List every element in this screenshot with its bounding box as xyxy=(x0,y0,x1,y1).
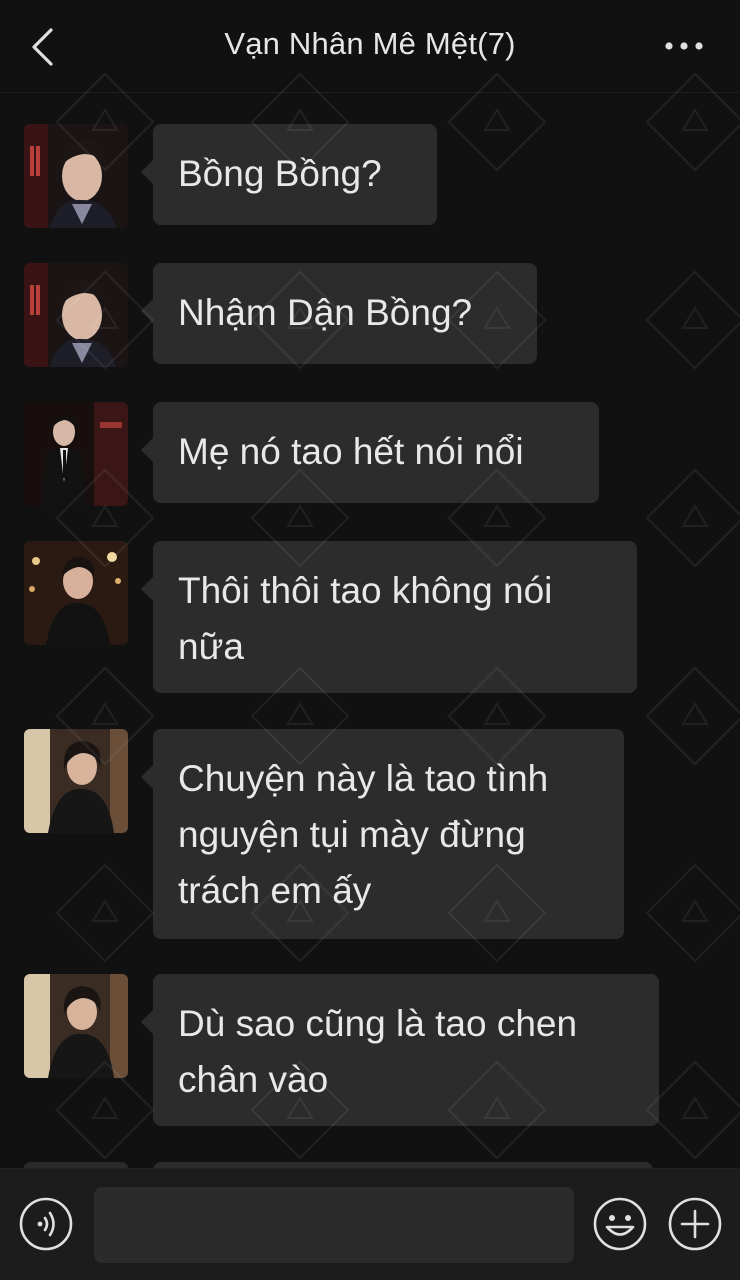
message-text: nữa xyxy=(178,626,244,667)
avatar[interactable] xyxy=(24,402,128,506)
message-text: trách em ấy xyxy=(178,870,372,911)
message-input[interactable] xyxy=(94,1187,574,1263)
message-text: Mẹ nó tao hết nói nổi xyxy=(178,431,524,472)
avatar[interactable] xyxy=(24,974,128,1078)
input-bar xyxy=(0,1168,740,1280)
message-text: Nhậm Dận Bồng? xyxy=(178,292,473,333)
message-bubble[interactable]: Nhậm Dận Bồng? xyxy=(141,263,537,364)
message-text: Chuyện này là tao tình xyxy=(178,758,549,799)
voice-button[interactable] xyxy=(18,1196,74,1252)
avatar[interactable] xyxy=(24,124,128,228)
avatar[interactable] xyxy=(24,263,128,367)
message-text: Thôi thôi tao không nói xyxy=(178,570,553,611)
message-text: chân vào xyxy=(178,1059,329,1100)
message-text: nguyện tụi mày đừng xyxy=(178,814,526,855)
emoji-icon xyxy=(593,1197,647,1251)
chat-header: Vạn Nhân Mê Mệt(7) xyxy=(0,0,740,93)
avatar[interactable] xyxy=(24,541,128,645)
message-bubble[interactable]: Chuyện này là tao tình nguyện tụi mày đừ… xyxy=(141,729,624,939)
plus-circle-icon xyxy=(668,1197,722,1251)
emoji-button[interactable] xyxy=(592,1196,648,1252)
more-functions-button[interactable] xyxy=(667,1196,723,1252)
message-text: Dù sao cũng là tao chen xyxy=(178,1003,578,1044)
message-text: Bồng Bồng? xyxy=(178,153,382,194)
voice-icon xyxy=(19,1197,73,1251)
back-button[interactable] xyxy=(22,22,62,72)
more-options-button[interactable] xyxy=(658,30,710,62)
message-bubble[interactable]: Bồng Bồng? xyxy=(141,124,437,225)
chat-screen: Vạn Nhân Mê Mệt(7) Bồng Bồng? Nhậm Dận B… xyxy=(0,0,740,1280)
message-bubble[interactable]: Thôi thôi tao không nói nữa xyxy=(141,541,637,693)
chat-title: Vạn Nhân Mê Mệt(7) xyxy=(224,26,516,61)
avatar[interactable] xyxy=(24,729,128,833)
message-bubble[interactable]: Mẹ nó tao hết nói nổi xyxy=(141,402,599,503)
chevron-left-icon xyxy=(32,28,53,66)
more-horizontal-icon xyxy=(665,42,703,50)
message-bubble[interactable]: Dù sao cũng là tao chen chân vào xyxy=(141,974,659,1126)
message-list[interactable]: Bồng Bồng? Nhậm Dận Bồng? Mẹ nó tao hết … xyxy=(0,92,740,1168)
